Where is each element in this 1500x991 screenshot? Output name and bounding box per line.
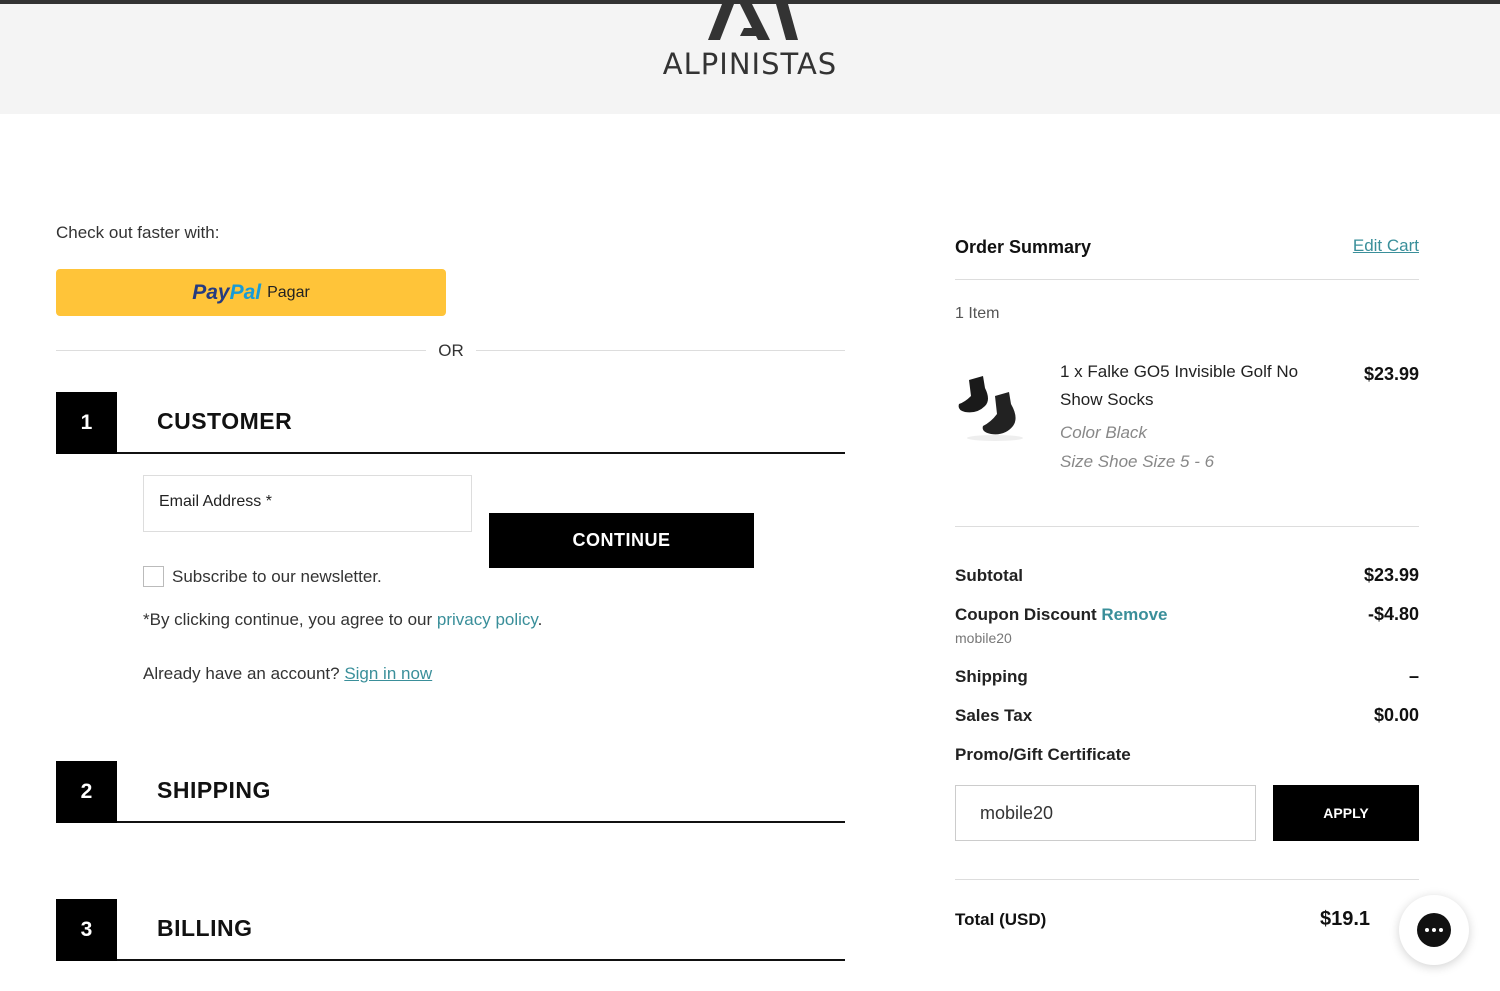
newsletter-label: Subscribe to our newsletter. — [172, 567, 382, 586]
promo-label: Promo/Gift Certificate — [955, 745, 1131, 764]
privacy-policy-link[interactable]: privacy policy — [437, 610, 538, 629]
step-title: CUSTOMER — [157, 408, 293, 434]
or-label: OR — [438, 341, 464, 360]
coupon-discount-row: Coupon Discount Remove — [955, 605, 1168, 625]
sign-in-link[interactable]: Sign in now — [344, 664, 432, 683]
or-divider-right — [476, 350, 845, 351]
coupon-code: mobile20 — [955, 630, 1012, 646]
express-checkout-label: Check out faster with: — [56, 223, 220, 242]
alpinistas-logo-icon[interactable] — [700, 4, 800, 44]
sales-tax-label: Sales Tax — [955, 706, 1033, 725]
chat-bubble-icon — [1417, 913, 1451, 947]
account-prompt: Already have an account? Sign in now — [143, 664, 432, 684]
privacy-agreement-text: *By clicking continue, you agree to our … — [143, 610, 542, 630]
chat-dot — [1425, 928, 1429, 932]
apply-button[interactable]: APPLY — [1273, 785, 1419, 841]
chat-dot — [1432, 928, 1436, 932]
step-shipping[interactable]: 2 SHIPPING — [56, 761, 845, 823]
chat-button[interactable] — [1399, 895, 1469, 965]
step-number: 3 — [56, 899, 117, 961]
edit-cart-link[interactable]: Edit Cart — [1300, 236, 1419, 256]
summary-divider — [955, 526, 1419, 527]
agree-prefix: *By clicking continue, you agree to our — [143, 610, 437, 629]
step-number: 2 — [56, 761, 117, 823]
summary-divider — [955, 879, 1419, 880]
shipping-value: – — [1408, 666, 1419, 686]
promo-code-input[interactable] — [955, 785, 1256, 841]
item-count: 1 Item — [955, 305, 1000, 322]
continue-button[interactable]: CONTINUE — [489, 513, 754, 568]
agree-suffix: . — [537, 610, 543, 629]
product-size-option: Size Shoe Size 5 - 6 — [1060, 452, 1215, 471]
subtotal-value: $23.99 — [1363, 565, 1419, 585]
paypal-button[interactable]: Pay Pal Pagar — [56, 269, 446, 316]
sales-tax-value: $0.00 — [1373, 705, 1419, 725]
product-name: 1 x Falke GO5 Invisible Golf No Show Soc… — [1060, 362, 1299, 409]
shipping-label: Shipping — [955, 667, 1028, 686]
newsletter-checkbox[interactable] — [143, 566, 164, 587]
product-price: $23.99 — [1363, 364, 1419, 384]
product-color-option: Color Black — [1060, 423, 1147, 442]
logo-text[interactable]: ALPINISTAS — [0, 47, 1500, 81]
paypal-pay-text: Pay — [192, 280, 230, 304]
account-prefix: Already have an account? — [143, 664, 345, 683]
summary-divider — [955, 279, 1419, 280]
subtotal-label: Subtotal — [955, 566, 1023, 585]
total-value: $19.1 — [1320, 908, 1371, 930]
socks-icon — [958, 376, 1023, 441]
total-label: Total (USD) — [955, 910, 1047, 929]
step-title: SHIPPING — [157, 777, 271, 803]
coupon-label: Coupon Discount — [955, 605, 1102, 624]
site-header: ALPINISTAS — [0, 0, 1500, 114]
coupon-remove-link[interactable]: Remove — [1101, 605, 1167, 624]
coupon-value: -$4.80 — [1367, 604, 1419, 624]
chat-dot — [1439, 928, 1443, 932]
step-title: BILLING — [157, 915, 253, 941]
or-divider-left — [56, 350, 426, 351]
paypal-pal-text: Pal — [229, 280, 262, 304]
step-customer: 1 CUSTOMER — [56, 392, 845, 454]
email-label: Email Address * — [159, 493, 272, 510]
order-summary-title: Order Summary — [955, 237, 1092, 257]
step-billing[interactable]: 3 BILLING — [56, 899, 845, 961]
paypal-pagar-text: Pagar — [267, 283, 310, 301]
step-number: 1 — [56, 392, 117, 454]
